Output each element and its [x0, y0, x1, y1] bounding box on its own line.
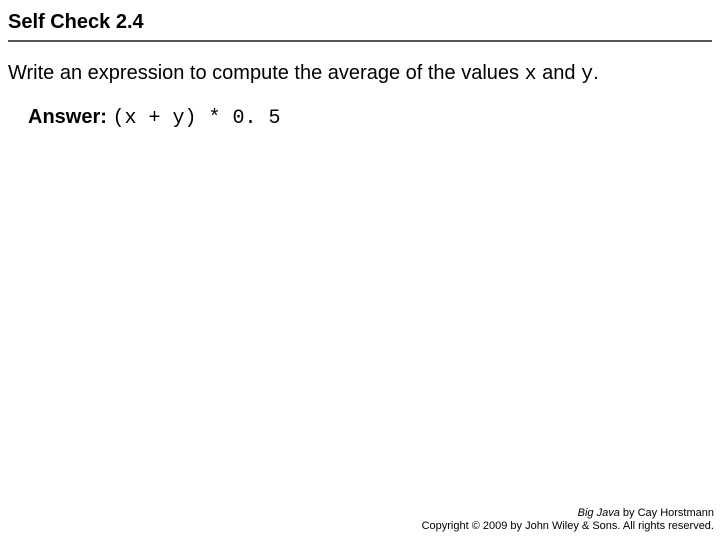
- question-text-2: and: [542, 62, 581, 84]
- book-title: Big Java: [578, 507, 620, 519]
- answer-label: Answer:: [28, 106, 107, 128]
- code-var-y: y: [581, 63, 593, 86]
- footer-line-2: Copyright © 2009 by John Wiley & Sons. A…: [422, 520, 714, 534]
- answer-code: (x + y) * 0. 5: [112, 107, 280, 130]
- title-area: Self Check 2.4: [0, 0, 720, 42]
- answer-block: Answer: (x + y) * 0. 5: [0, 88, 720, 130]
- book-author: by Cay Horstmann: [623, 507, 714, 519]
- slide-title: Self Check 2.4: [8, 10, 712, 34]
- question-block: Write an expression to compute the avera…: [0, 42, 720, 88]
- slide: Self Check 2.4 Write an expression to co…: [0, 0, 720, 540]
- question-text-1: Write an expression to compute the avera…: [8, 62, 525, 84]
- footer-line-1: Big Java by Cay Horstmann: [422, 507, 714, 521]
- code-var-x: x: [525, 63, 537, 86]
- question-text-3: .: [593, 62, 599, 84]
- footer: Big Java by Cay Horstmann Copyright © 20…: [422, 507, 714, 535]
